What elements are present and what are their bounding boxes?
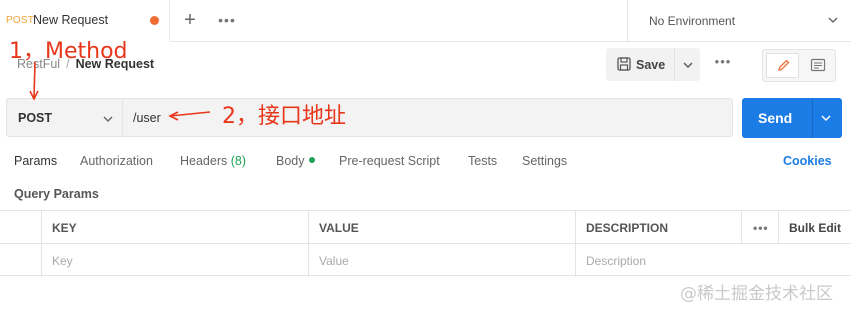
- column-key-label: KEY: [52, 221, 77, 235]
- tab-more-button[interactable]: •••: [215, 11, 239, 31]
- column-description-label: DESCRIPTION: [586, 221, 669, 235]
- request-more-button[interactable]: •••: [713, 54, 733, 74]
- annotation-api-address: 2，接口地址: [222, 104, 346, 129]
- value-placeholder: Value: [319, 254, 349, 268]
- unsaved-dot-icon: [150, 16, 159, 25]
- watermark: @稀土掘金技术社区: [680, 284, 833, 304]
- tab-headers[interactable]: Headers (8): [180, 154, 246, 168]
- save-icon: [617, 57, 631, 71]
- description-placeholder: Description: [586, 254, 647, 268]
- url-value: /user: [133, 111, 161, 125]
- save-group: Save: [606, 48, 700, 81]
- method-select[interactable]: POST: [6, 98, 122, 137]
- tab-bar: POST New Request + ••• No Environment: [0, 0, 851, 42]
- documentation-button[interactable]: [805, 56, 829, 76]
- value-input[interactable]: Value: [308, 244, 575, 277]
- chevron-down-icon[interactable]: [820, 112, 832, 124]
- send-button-divider: [812, 98, 813, 138]
- view-mode-toggle: [762, 49, 836, 82]
- table-header-row: KEY VALUE DESCRIPTION ••• Bulk Edit: [0, 211, 851, 244]
- chevron-down-icon: [103, 116, 113, 122]
- save-button[interactable]: Save: [606, 48, 672, 81]
- query-params-title: Query Params: [14, 187, 99, 201]
- tab-body[interactable]: Body: [276, 154, 315, 168]
- headers-count-badge: (8): [230, 154, 247, 168]
- method-value: POST: [18, 111, 53, 125]
- annotation-method: 1，Method: [9, 39, 128, 64]
- environment-label: No Environment: [649, 14, 736, 28]
- tab-prerequest-script[interactable]: Pre-request Script: [339, 154, 440, 168]
- tab-body-label: Body: [276, 154, 305, 168]
- tab-tests[interactable]: Tests: [468, 154, 497, 168]
- table-column-options-button[interactable]: •••: [741, 211, 778, 244]
- more-icon: •••: [753, 221, 769, 235]
- chevron-down-icon: [828, 17, 838, 23]
- tab-authorization[interactable]: Authorization: [80, 154, 153, 168]
- new-tab-button[interactable]: +: [178, 9, 202, 33]
- save-options-button[interactable]: [674, 48, 700, 81]
- column-value-label: VALUE: [319, 221, 359, 235]
- key-input[interactable]: Key: [41, 244, 308, 277]
- request-subtabs: Params Authorization Headers (8) Body Pr…: [0, 150, 851, 174]
- document-icon: [810, 58, 826, 72]
- tab-settings[interactable]: Settings: [522, 154, 567, 168]
- send-button[interactable]: Send: [742, 98, 842, 138]
- table-header-value: VALUE: [308, 211, 575, 244]
- table-header-key: KEY: [41, 211, 308, 244]
- url-input[interactable]: /user: [122, 98, 733, 137]
- tab-params[interactable]: Params: [14, 154, 57, 168]
- edit-mode-button[interactable]: [766, 53, 799, 78]
- query-params-table: KEY VALUE DESCRIPTION ••• Bulk Edit Key …: [0, 210, 851, 277]
- bulk-edit-label: Bulk Edit: [789, 221, 842, 235]
- key-placeholder: Key: [52, 254, 73, 268]
- environment-select[interactable]: No Environment: [627, 0, 851, 42]
- send-button-label: Send: [758, 110, 793, 126]
- pencil-icon: [778, 59, 790, 71]
- table-row: Key Value Description: [0, 244, 851, 277]
- tab-headers-label: Headers: [180, 154, 228, 168]
- request-tab-name: New Request: [33, 13, 109, 27]
- description-input[interactable]: Description: [575, 244, 851, 277]
- chevron-down-icon: [683, 62, 693, 68]
- cookies-link[interactable]: Cookies: [783, 154, 832, 168]
- row-checkbox-cell: [0, 244, 41, 277]
- body-indicator-dot-icon: [308, 157, 315, 163]
- request-tab-method: POST: [6, 15, 35, 26]
- save-button-label: Save: [636, 58, 666, 72]
- table-header-checkbox-cell: [0, 211, 41, 244]
- bulk-edit-button[interactable]: Bulk Edit: [778, 211, 851, 244]
- table-header-description: DESCRIPTION: [575, 211, 741, 244]
